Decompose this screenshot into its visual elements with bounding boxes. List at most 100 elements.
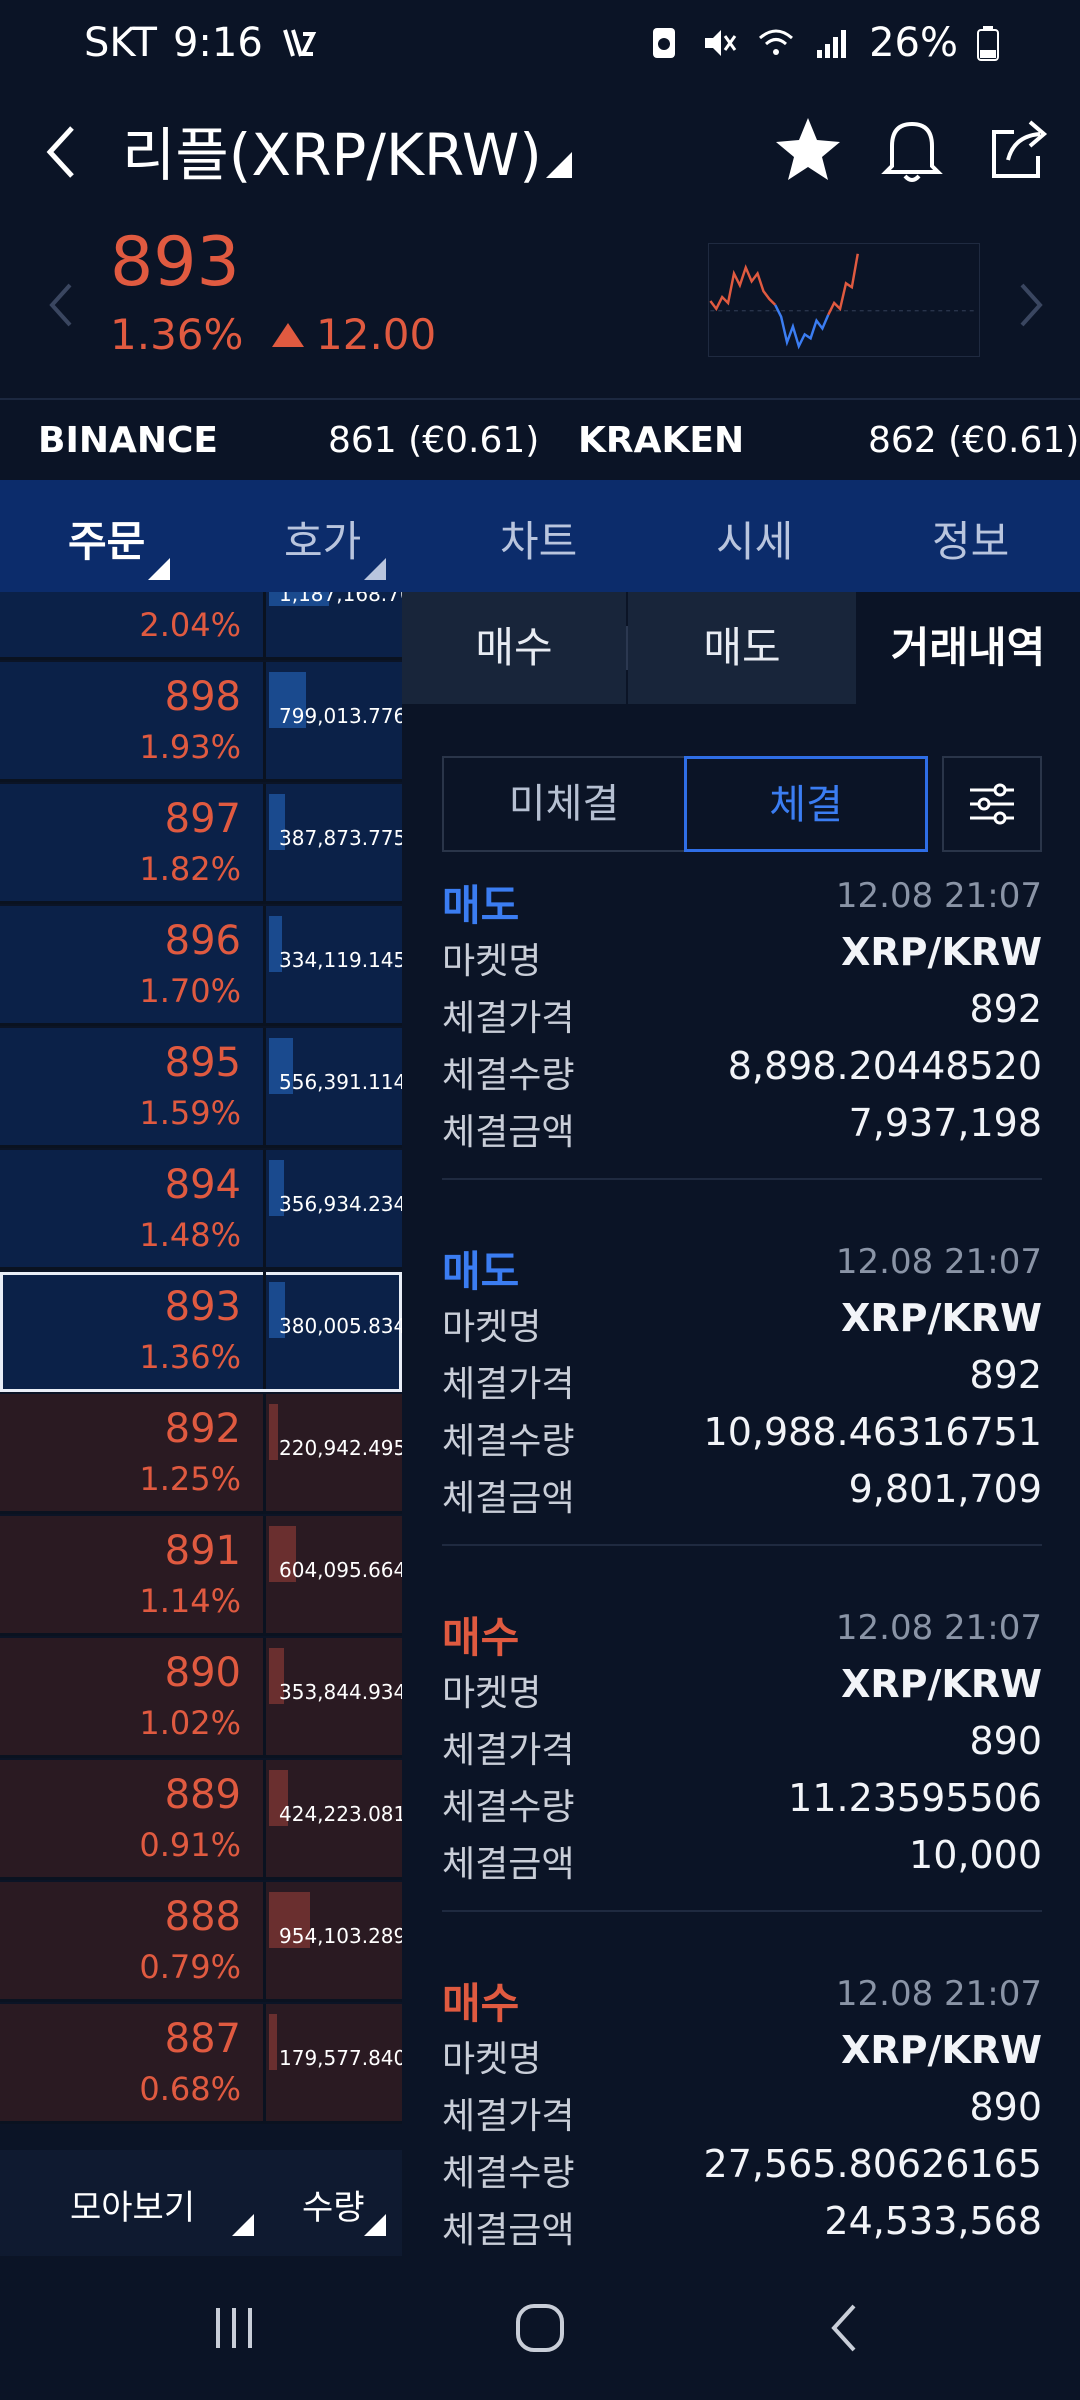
wifi-icon (759, 29, 794, 55)
trade-label-qty: 체결수량 (442, 1787, 575, 1828)
trade-label-market: 마켓명 (442, 2039, 542, 2080)
trade-entry[interactable]: 매도 12.08 21:07 마켓명 XRP/KRW 체결가격 892 체결수량 10,988… (442, 1238, 1042, 1604)
orderbook-row[interactable]: 889 0.91% 424,223.081 (0, 1760, 402, 1880)
orderbook-price: 888 (164, 1894, 241, 1940)
trade-value-market: XRP/KRW (841, 1296, 1042, 1340)
tab-chart[interactable]: 차트 (500, 508, 577, 569)
price-summary: 893 1.36% 12.00 (0, 215, 1080, 398)
orderbook-price-cell[interactable]: 893 1.36% (0, 1272, 266, 1389)
orderbook-price-cell[interactable]: 898 1.93% (0, 662, 266, 779)
orderbook-quantity: 387,873.775 (279, 826, 402, 850)
market-selector-caret-icon[interactable] (546, 152, 572, 178)
tab-order[interactable]: 주문 (68, 508, 145, 569)
orderbook-percent: 1.48% (139, 1216, 241, 1254)
trade-time: 12.08 21:07 (835, 1608, 1042, 1648)
back-arrow-icon[interactable] (36, 112, 96, 192)
orderbook-quantity-cell: 380,005.834 (269, 1272, 402, 1389)
battery-percent: 26% (869, 20, 958, 66)
recent-apps-icon[interactable] (206, 2300, 262, 2356)
orderbook-row[interactable]: 892 1.25% 220,942.495 (0, 1394, 402, 1514)
quantity-unit-caret-icon (364, 2214, 386, 2236)
filter-filled[interactable]: 체결 (684, 756, 928, 852)
share-icon[interactable] (980, 110, 1060, 190)
trade-label-market: 마켓명 (442, 1673, 542, 1714)
orderbook-price: 894 (164, 1162, 241, 1208)
orderbook-percent: 1.25% (139, 1460, 241, 1498)
home-icon[interactable] (508, 2300, 572, 2356)
page-title[interactable]: 리플(XRP/KRW) (122, 108, 542, 192)
orderbook-row[interactable]: 899 2.04% 1,187,168.761 (0, 592, 402, 660)
orderbook-percent: 0.68% (139, 2070, 241, 2108)
main-tabs: 주문 호가 차트 시세 정보 (0, 480, 1080, 592)
bell-icon[interactable] (872, 110, 952, 190)
orderbook-quantity: 380,005.834 (279, 1314, 402, 1338)
orderbook-percent: 1.59% (139, 1094, 241, 1132)
exchange-name-kraken: KRAKEN (578, 420, 745, 461)
tab-order-caret-icon (148, 558, 170, 580)
trade-label-qty: 체결수량 (442, 2153, 575, 2194)
orderbook-price-cell[interactable]: 888 0.79% (0, 1882, 266, 1999)
previous-coin-arrow-icon[interactable] (42, 275, 82, 335)
back-icon[interactable] (818, 2300, 874, 2356)
filter-settings-button[interactable] (942, 756, 1042, 852)
orderbook-row[interactable]: 897 1.82% 387,873.775 (0, 784, 402, 904)
trade-value-amount: 10,000 (909, 1833, 1042, 1877)
orderbook-quantity: 954,103.289 (279, 1924, 402, 1948)
orderbook-price-cell[interactable]: 894 1.48% (0, 1150, 266, 1267)
segment-sell[interactable]: 매도 (628, 592, 856, 704)
trade-side: 매수 (442, 1613, 520, 1662)
quantity-unit-button[interactable]: 수량 (302, 2180, 365, 2229)
orderbook-row[interactable]: 887 0.68% 179,577.840 (0, 2004, 402, 2124)
orderbook-row[interactable]: 893 1.36% 380,005.834 (0, 1272, 402, 1392)
clock: 9:16 (172, 20, 263, 66)
system-navigation-bar (0, 2256, 1080, 2400)
orderbook-price-cell[interactable]: 889 0.91% (0, 1760, 266, 1877)
orderbook-price-cell[interactable]: 890 1.02% (0, 1638, 266, 1755)
trade-side: 매도 (442, 1247, 520, 1296)
mini-price-chart[interactable] (708, 243, 980, 357)
orderbook-price: 890 (164, 1650, 241, 1696)
orderbook-price-cell[interactable]: 887 0.68% (0, 2004, 266, 2121)
trade-entry[interactable]: 매수 12.08 21:07 마켓명 XRP/KRW 체결가격 890 체결수량 11.235… (442, 1604, 1042, 1970)
orderbook-quantity-cell: 799,013.776 (269, 662, 402, 779)
orderbook-row[interactable]: 894 1.48% 356,934.234 (0, 1150, 402, 1270)
orderbook-price-cell[interactable]: 896 1.70% (0, 906, 266, 1023)
orderbook-quantity: 424,223.081 (279, 1802, 402, 1826)
battery-icon (977, 26, 999, 61)
trade-panel: 매수 매도 거래내역 미체결 체결 매도 12.08 21:07 마켓명 XRP/KR… (402, 592, 1080, 2256)
orderbook-quantity: 556,391.114 (279, 1070, 402, 1094)
orderbook-price-cell[interactable]: 897 1.82% (0, 784, 266, 901)
tab-orderbook[interactable]: 호가 (284, 508, 361, 569)
group-view-button[interactable]: 모아보기 (70, 2180, 195, 2229)
status-bar: SKT 9:16 26% (0, 0, 1080, 90)
recycle-notification-icon (653, 28, 676, 58)
orderbook-price-cell[interactable]: 895 1.59% (0, 1028, 266, 1145)
star-icon[interactable] (768, 110, 848, 190)
trade-divider (442, 1178, 1042, 1180)
orderbook-row[interactable]: 898 1.93% 799,013.776 (0, 662, 402, 782)
trade-value-market: XRP/KRW (841, 1662, 1042, 1706)
orderbook-quantity: 334,119.145 (279, 948, 402, 972)
orderbook-row[interactable]: 895 1.59% 556,391.114 (0, 1028, 402, 1148)
segment-history[interactable]: 거래내역 (856, 592, 1080, 704)
filter-unfilled[interactable]: 미체결 (442, 756, 686, 852)
orderbook-price-cell[interactable]: 899 2.04% (0, 592, 266, 657)
orderbook-row[interactable]: 888 0.79% 954,103.289 (0, 1882, 402, 2002)
orderbook-row[interactable]: 890 1.02% 353,844.934 (0, 1638, 402, 1758)
segment-buy[interactable]: 매수 (402, 592, 626, 704)
orderbook-row[interactable]: 891 1.14% 604,095.664 (0, 1516, 402, 1636)
trade-label-price: 체결가격 (442, 1730, 575, 1771)
orderbook-price-cell[interactable]: 892 1.25% (0, 1394, 266, 1511)
trade-value-price: 890 (969, 2085, 1042, 2129)
orderbook-row[interactable]: 896 1.70% 334,119.145 (0, 906, 402, 1026)
orderbook-percent: 1.02% (139, 1704, 241, 1742)
price-change-amount: 12.00 (270, 310, 436, 359)
tab-info[interactable]: 정보 (932, 508, 1009, 569)
trade-entry[interactable]: 매도 12.08 21:07 마켓명 XRP/KRW 체결가격 892 체결수량 8,898.… (442, 872, 1042, 1238)
trade-value-market: XRP/KRW (841, 930, 1042, 974)
orderbook-percent: 0.91% (139, 1826, 241, 1864)
next-coin-arrow-icon[interactable] (1010, 275, 1050, 335)
orderbook-price-cell[interactable]: 891 1.14% (0, 1516, 266, 1633)
orderbook-quantity-cell: 387,873.775 (269, 784, 402, 901)
tab-market-price[interactable]: 시세 (716, 508, 793, 569)
